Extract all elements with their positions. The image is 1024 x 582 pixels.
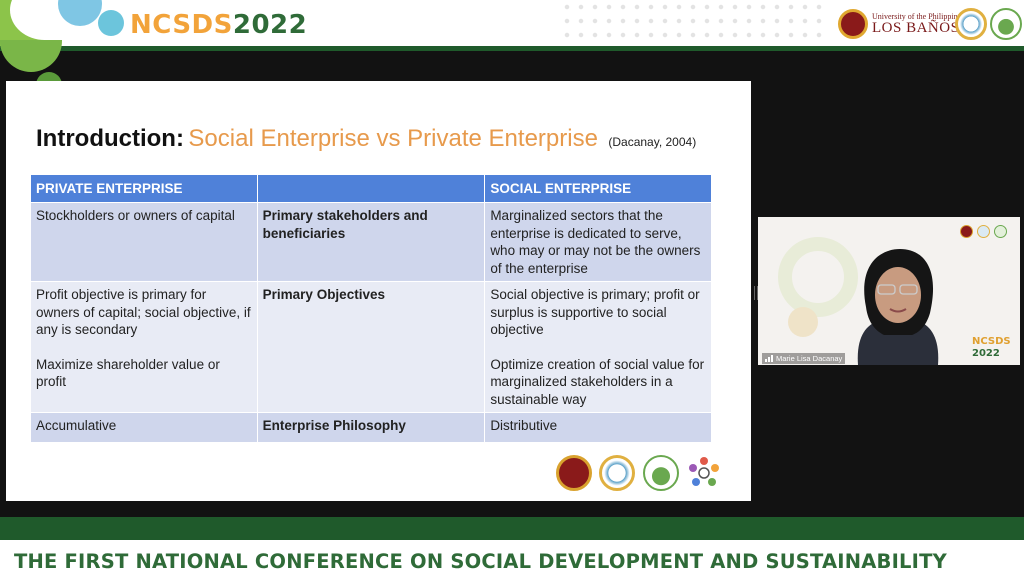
tile-brand: NCSDS bbox=[972, 336, 1011, 347]
conference-logo-text: NCSDS2022 bbox=[130, 10, 307, 40]
slide-title-topic: Social Enterprise vs Private Enterprise bbox=[188, 125, 598, 152]
partner-logo-people-icon bbox=[990, 8, 1022, 40]
participant-name: Marie Lisa Dacanay bbox=[776, 354, 843, 363]
table-header-row: PRIVATE ENTERPRISE SOCIAL ENTERPRISE bbox=[30, 174, 712, 203]
partner-logo-circle-icon bbox=[955, 8, 987, 40]
conference-full-title: THE FIRST NATIONAL CONFERENCE ON SOCIAL … bbox=[14, 550, 947, 573]
decor-ring bbox=[788, 307, 818, 337]
decor-dot-pattern bbox=[560, 0, 830, 48]
comparison-table: PRIVATE ENTERPRISE SOCIAL ENTERPRISE Sto… bbox=[30, 174, 712, 443]
participant-name-label: Marie Lisa Dacanay bbox=[762, 353, 846, 364]
table-row: Profit objective is primary for owners o… bbox=[30, 281, 712, 413]
tile-year: 2022 bbox=[972, 348, 1000, 359]
table-cell-aspect: Primary Objectives bbox=[256, 281, 486, 413]
partner-logo-circle-icon bbox=[977, 225, 990, 238]
partner-logo-community-icon bbox=[689, 457, 719, 486]
uplb-seal-icon bbox=[838, 9, 868, 39]
cell-text: Accumulative bbox=[36, 418, 117, 433]
conference-banner: NCSDS2022 University of the Philippines … bbox=[0, 0, 1024, 48]
table-cell-private: Stockholders or owners of capital bbox=[30, 202, 258, 282]
uplb-seal-icon bbox=[556, 455, 592, 491]
table-cell-social: Social objective is primary; profit or s… bbox=[484, 281, 712, 413]
presentation-slide: Introduction: Social Enterprise vs Priva… bbox=[6, 81, 751, 501]
table-header-aspect bbox=[256, 174, 486, 203]
banner-stripe bbox=[0, 46, 1024, 51]
speaker-video-figure bbox=[857, 249, 939, 365]
table-cell-aspect: Primary stakeholders and beneficiaries bbox=[256, 202, 486, 282]
participant-video-tile[interactable]: NCSDS 2022 Marie Lisa Dacanay bbox=[758, 217, 1020, 365]
cell-text: Stockholders or owners of capital bbox=[36, 208, 235, 223]
table-row: Stockholders or owners of capital Primar… bbox=[30, 202, 712, 282]
cell-text: Profit objective is primary for owners o… bbox=[36, 287, 251, 337]
cell-text: Maximize shareholder value or profit bbox=[36, 356, 220, 390]
table-row: Accumulative Enterprise Philosophy Distr… bbox=[30, 412, 712, 443]
footer-stripe bbox=[0, 517, 1024, 540]
slide-title-intro: Introduction: bbox=[36, 125, 184, 152]
table-cell-social: Distributive bbox=[484, 412, 712, 443]
slide-title: Introduction: Social Enterprise vs Priva… bbox=[36, 125, 696, 153]
partner-logo-people-icon bbox=[643, 455, 679, 491]
table-cell-aspect: Enterprise Philosophy bbox=[256, 412, 486, 443]
conference-short-name: NCSDS bbox=[130, 10, 233, 40]
cell-text: Optimize creation of social value for ma… bbox=[490, 356, 705, 407]
table-cell-social: Marginalized sectors that the enterprise… bbox=[484, 202, 712, 282]
decor-circle-teal bbox=[98, 10, 124, 36]
cell-text: Marginalized sectors that the enterprise… bbox=[490, 208, 701, 276]
uplb-seal-icon bbox=[960, 225, 973, 238]
table-header-social: SOCIAL ENTERPRISE bbox=[484, 174, 712, 203]
signal-strength-icon bbox=[765, 355, 773, 362]
partner-logo-circle-icon bbox=[599, 455, 635, 491]
slide-citation: (Dacanay, 2004) bbox=[608, 135, 697, 149]
decor-circle-lime bbox=[0, 40, 62, 72]
partner-logo-people-icon bbox=[994, 225, 1007, 238]
table-cell-private: Accumulative bbox=[30, 412, 258, 443]
university-line2: LOS BAÑOS bbox=[872, 20, 960, 36]
conference-year: 2022 bbox=[232, 10, 308, 40]
table-cell-private: Profit objective is primary for owners o… bbox=[30, 281, 258, 413]
table-header-private: PRIVATE ENTERPRISE bbox=[30, 174, 258, 203]
footer-banner: THE FIRST NATIONAL CONFERENCE ON SOCIAL … bbox=[0, 540, 1024, 582]
cell-text: Distributive bbox=[490, 418, 558, 433]
cell-text: Social objective is primary; profit or s… bbox=[490, 287, 700, 337]
